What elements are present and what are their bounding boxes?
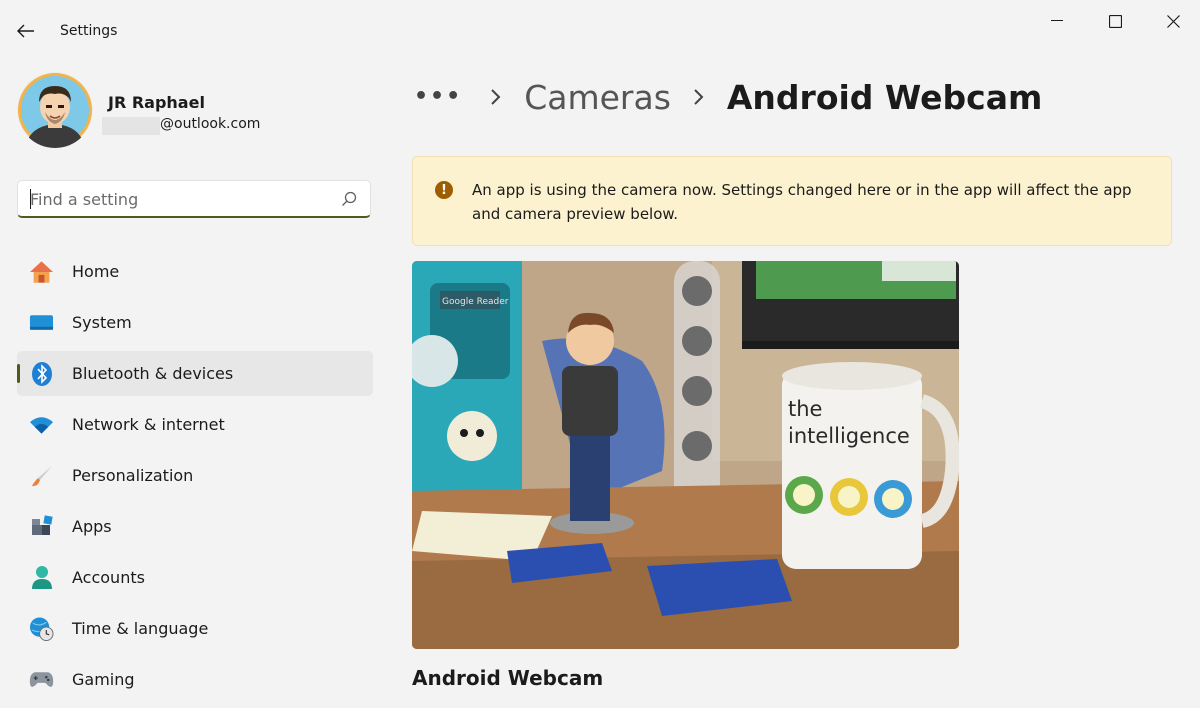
apps-icon [29, 514, 54, 539]
gamepad-icon [29, 667, 54, 692]
text-caret [30, 189, 31, 209]
title-bar: Settings [0, 0, 1200, 60]
mug-text-line1: the [788, 397, 822, 421]
mug-text-line2: intelligence [788, 424, 910, 448]
chevron-right-icon [491, 89, 501, 105]
sidebar-item-home[interactable]: Home [17, 249, 373, 294]
close-button[interactable] [1150, 8, 1196, 34]
page-title: Android Webcam [726, 77, 1043, 117]
sidebar-item-accounts[interactable]: Accounts [17, 555, 373, 600]
banner-message: An app is using the camera now. Settings… [472, 181, 1132, 223]
search-icon[interactable] [341, 191, 357, 207]
wifi-icon [29, 412, 54, 437]
sidebar-item-label: Gaming [72, 670, 135, 689]
paintbrush-icon [29, 463, 54, 488]
person-icon [29, 565, 54, 590]
warning-icon: ! [435, 181, 453, 199]
breadcrumb-more-button[interactable]: ••• [414, 86, 462, 108]
sticker-text: Google Reader [442, 297, 509, 307]
sidebar-item-label: System [72, 313, 132, 332]
sidebar-item-label: Network & internet [72, 415, 225, 434]
avatar-icon [18, 73, 92, 148]
minimize-icon [1051, 20, 1063, 21]
breadcrumb: ••• Cameras Android Webcam [414, 74, 1042, 120]
camera-preview: Google Reader the intelligence [412, 261, 959, 649]
sidebar-item-personalization[interactable]: Personalization [17, 453, 373, 498]
camera-name: Android Webcam [412, 666, 604, 690]
sidebar-item-label: Accounts [72, 568, 145, 587]
sidebar-item-time-language[interactable]: Time & language [17, 606, 373, 651]
info-banner: ! An app is using the camera now. Settin… [412, 156, 1172, 246]
close-icon [1166, 14, 1180, 28]
sidebar-item-gaming[interactable]: Gaming [17, 657, 373, 702]
app-title: Settings [60, 23, 118, 39]
sidebar-item-label: Home [72, 262, 120, 281]
home-icon [29, 259, 54, 284]
sidebar-item-label: Bluetooth & devices [72, 364, 234, 383]
monitor-icon [29, 310, 54, 335]
sidebar-item-apps[interactable]: Apps [17, 504, 373, 549]
sidebar-item-network[interactable]: Network & internet [17, 402, 373, 447]
maximize-icon [1108, 14, 1122, 28]
back-button[interactable] [14, 20, 38, 42]
user-email: @outlook.com [160, 116, 261, 132]
breadcrumb-cameras-link[interactable]: Cameras [524, 78, 671, 117]
email-redaction [102, 117, 160, 135]
sidebar-item-label: Time & language [72, 619, 209, 638]
sidebar-item-system[interactable]: System [17, 300, 373, 345]
chevron-right-icon [694, 89, 704, 105]
maximize-button[interactable] [1092, 8, 1138, 34]
back-arrow-icon [17, 24, 34, 38]
camera-preview-image: Google Reader the intelligence [412, 261, 959, 649]
search-box[interactable] [17, 180, 371, 218]
bluetooth-icon [29, 361, 54, 386]
minimize-button[interactable] [1034, 8, 1080, 34]
avatar[interactable] [17, 72, 93, 148]
sidebar-item-bluetooth-devices[interactable]: Bluetooth & devices [17, 351, 373, 396]
sidebar-nav: Home System Bluetooth & devices Network … [17, 249, 373, 708]
sidebar-item-label: Personalization [72, 466, 194, 485]
globe-clock-icon [29, 616, 54, 641]
sidebar-item-label: Apps [72, 517, 112, 536]
user-name: JR Raphael [108, 93, 205, 112]
search-input[interactable] [28, 186, 332, 212]
